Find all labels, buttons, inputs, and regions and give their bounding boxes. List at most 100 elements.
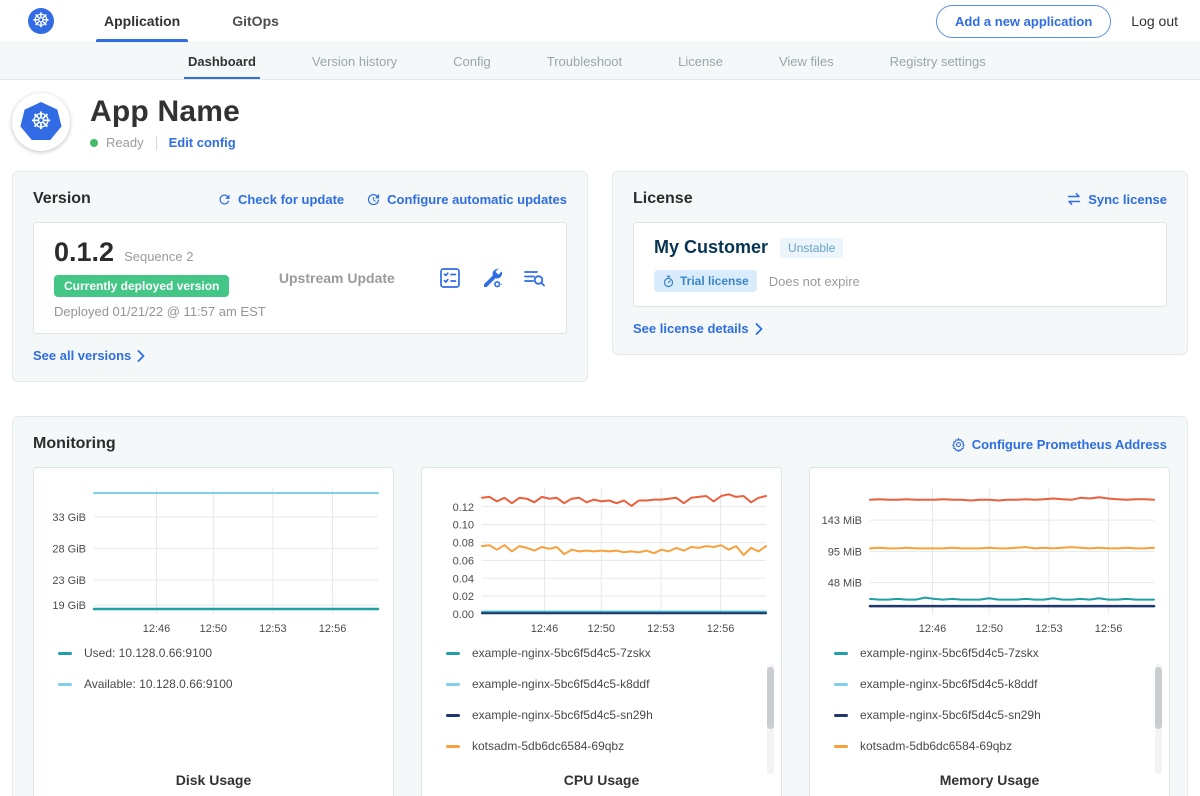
sync-icon bbox=[1066, 192, 1082, 206]
update-type-label: Upstream Update bbox=[279, 270, 395, 286]
deploy-logs-icon[interactable] bbox=[522, 266, 546, 290]
nav-tab-application[interactable]: Application bbox=[102, 0, 182, 42]
legend-label: example-nginx-5bc6f5d4c5-sn29h bbox=[860, 708, 1041, 722]
deployed-timestamp: Deployed 01/21/22 @ 11:57 am EST bbox=[54, 304, 266, 319]
scrollbar-thumb[interactable] bbox=[1155, 667, 1162, 729]
legend-item: Used: 10.128.0.66:9100 bbox=[58, 646, 367, 660]
tab-troubleshoot[interactable]: Troubleshoot bbox=[547, 43, 622, 79]
license-type-badge: Trial license bbox=[654, 270, 757, 292]
cpu-usage-chart: 0.120.100.080.060.040.020.0012:4612:5012… bbox=[430, 480, 774, 638]
legend-dash-icon bbox=[834, 745, 848, 748]
memory-usage-card: 143 MiB95 MiB48 MiB12:4612:5012:5312:56e… bbox=[809, 467, 1170, 796]
scrollbar-thumb[interactable] bbox=[767, 667, 774, 729]
cpu-usage-card: 0.120.100.080.060.040.020.0012:4612:5012… bbox=[421, 467, 782, 796]
license-type-label: Trial license bbox=[680, 274, 749, 288]
preflight-checks-icon[interactable] bbox=[438, 266, 462, 290]
tab-version-history[interactable]: Version history bbox=[312, 43, 397, 79]
nav-tab-gitops[interactable]: GitOps bbox=[230, 0, 281, 42]
logout-link[interactable]: Log out bbox=[1131, 13, 1186, 29]
svg-text:12:50: 12:50 bbox=[200, 623, 228, 635]
svg-text:0.00: 0.00 bbox=[453, 609, 474, 621]
version-sequence: Sequence 2 bbox=[124, 249, 193, 264]
legend-dash-icon bbox=[446, 683, 460, 686]
see-all-versions-label: See all versions bbox=[33, 348, 131, 363]
tab-license[interactable]: License bbox=[678, 43, 723, 79]
legend-item: Available: 10.128.0.66:9100 bbox=[58, 677, 367, 691]
legend-dash-icon bbox=[446, 714, 460, 717]
chart-title: Disk Usage bbox=[42, 760, 385, 796]
configure-prometheus-label: Configure Prometheus Address bbox=[972, 437, 1167, 452]
legend-dash-icon bbox=[834, 683, 848, 686]
tab-registry-settings[interactable]: Registry settings bbox=[890, 43, 986, 79]
sync-license-label: Sync license bbox=[1088, 192, 1167, 207]
kubernetes-logo-icon[interactable]: ☸ bbox=[28, 8, 54, 34]
tab-config[interactable]: Config bbox=[453, 43, 491, 79]
see-all-versions-link[interactable]: See all versions bbox=[33, 348, 145, 363]
svg-text:0.12: 0.12 bbox=[453, 502, 474, 514]
see-license-details-label: See license details bbox=[633, 321, 749, 336]
svg-text:23 GiB: 23 GiB bbox=[52, 575, 86, 587]
sync-license-link[interactable]: Sync license bbox=[1066, 192, 1167, 207]
see-license-details-link[interactable]: See license details bbox=[633, 321, 763, 336]
app-subnav: Dashboard Version history Config Trouble… bbox=[0, 42, 1200, 80]
legend-item: example-nginx-5bc6f5d4c5-sn29h bbox=[446, 708, 755, 722]
tab-view-files[interactable]: View files bbox=[779, 43, 834, 79]
license-details-box: My Customer Unstable Trial license Does … bbox=[633, 222, 1167, 307]
legend-item: kotsadm-5db6dc6584-69qbz bbox=[834, 739, 1143, 753]
update-clock-icon bbox=[366, 192, 381, 207]
tab-dashboard[interactable]: Dashboard bbox=[188, 43, 256, 79]
legend-dash-icon bbox=[58, 652, 72, 655]
svg-text:143 MiB: 143 MiB bbox=[822, 515, 862, 527]
legend-label: kotsadm-5db6dc6584-69qbz bbox=[860, 739, 1012, 753]
helm-wheel-icon: ☸ bbox=[32, 11, 50, 31]
customer-name: My Customer bbox=[654, 237, 768, 258]
svg-text:0.02: 0.02 bbox=[453, 591, 474, 603]
legend-dash-icon bbox=[446, 652, 460, 655]
legend-label: example-nginx-5bc6f5d4c5-sn29h bbox=[472, 708, 653, 722]
configure-prometheus-link[interactable]: Configure Prometheus Address bbox=[951, 437, 1167, 452]
legend-dash-icon bbox=[446, 745, 460, 748]
legend-label: Available: 10.128.0.66:9100 bbox=[84, 677, 233, 691]
status-dot bbox=[90, 139, 98, 147]
add-application-button[interactable]: Add a new application bbox=[936, 5, 1111, 38]
legend-scrollbar[interactable] bbox=[767, 664, 774, 774]
svg-text:0.04: 0.04 bbox=[453, 573, 474, 585]
svg-text:12:56: 12:56 bbox=[319, 623, 347, 635]
nav-tab-label: Application bbox=[104, 13, 180, 29]
page-title: App Name bbox=[90, 95, 240, 129]
divider bbox=[156, 136, 157, 150]
svg-text:48 MiB: 48 MiB bbox=[828, 578, 862, 590]
legend-label: Used: 10.128.0.66:9100 bbox=[84, 646, 212, 660]
edit-config-link[interactable]: Edit config bbox=[169, 135, 236, 150]
svg-text:0.10: 0.10 bbox=[453, 520, 474, 532]
chart-legend: Used: 10.128.0.66:9100 Available: 10.128.… bbox=[42, 638, 385, 760]
configure-automatic-updates-link[interactable]: Configure automatic updates bbox=[366, 192, 567, 207]
app-logo: ☸ bbox=[12, 93, 70, 151]
license-card: License Sync license My Customer Unstabl… bbox=[612, 171, 1188, 355]
legend-dash-icon bbox=[58, 683, 72, 686]
svg-text:12:50: 12:50 bbox=[588, 623, 616, 635]
chart-title: CPU Usage bbox=[430, 760, 773, 796]
legend-item: example-nginx-5bc6f5d4c5-k8ddf bbox=[834, 677, 1143, 691]
legend-scrollbar[interactable] bbox=[1155, 664, 1162, 774]
chart-legend: example-nginx-5bc6f5d4c5-7zskxexample-ng… bbox=[818, 638, 1161, 760]
legend-label: kotsadm-5db6dc6584-69qbz bbox=[472, 739, 624, 753]
stopwatch-icon bbox=[662, 275, 675, 288]
legend-item: example-nginx-5bc6f5d4c5-k8ddf bbox=[446, 677, 755, 691]
version-card-title: Version bbox=[33, 190, 91, 208]
license-card-title: License bbox=[633, 190, 693, 208]
memory-usage-chart: 143 MiB95 MiB48 MiB12:4612:5012:5312:56 bbox=[818, 480, 1162, 638]
svg-text:12:53: 12:53 bbox=[259, 623, 287, 635]
edit-config-icon[interactable] bbox=[480, 266, 504, 290]
svg-text:12:53: 12:53 bbox=[647, 623, 675, 635]
top-navbar: ☸ Application GitOps Add a new applicati… bbox=[0, 0, 1200, 42]
chart-title: Memory Usage bbox=[818, 760, 1161, 796]
version-number: 0.1.2 bbox=[54, 237, 114, 268]
legend-label: example-nginx-5bc6f5d4c5-k8ddf bbox=[472, 677, 649, 691]
svg-text:0.06: 0.06 bbox=[453, 555, 474, 567]
monitoring-section: Monitoring Configure Prometheus Address … bbox=[12, 416, 1188, 796]
check-for-update-link[interactable]: Check for update bbox=[217, 192, 344, 207]
gear-icon bbox=[951, 437, 966, 452]
currently-deployed-badge: Currently deployed version bbox=[54, 275, 229, 297]
status-text: Ready bbox=[106, 135, 144, 150]
